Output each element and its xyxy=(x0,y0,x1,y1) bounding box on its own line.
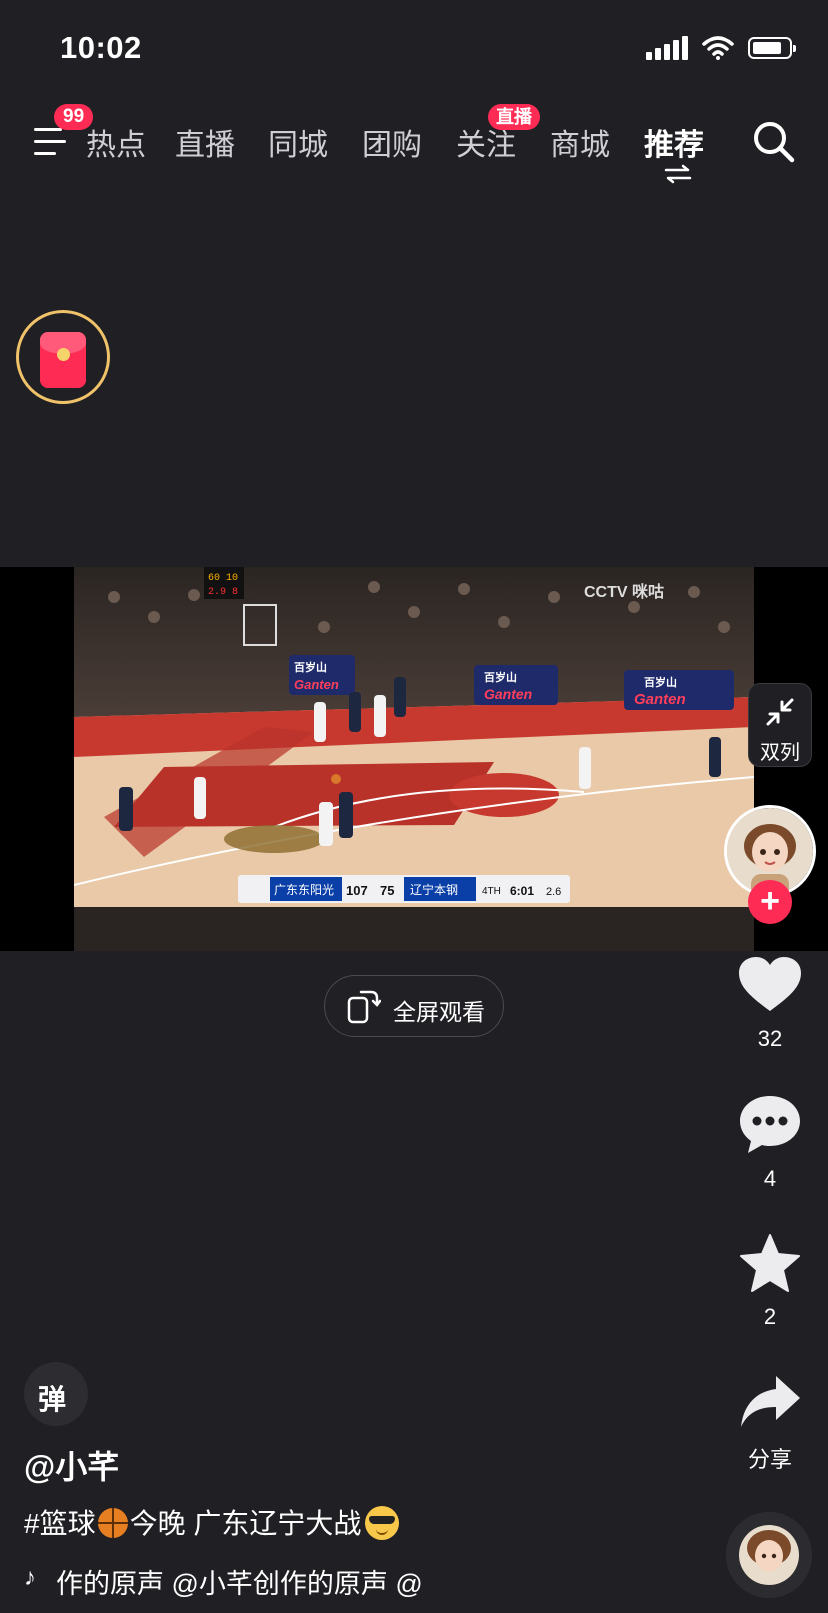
banner-text-3: Ganten xyxy=(634,691,686,708)
top-nav: 99 热点 直播 同城 团购 关注 商城 推荐 直播 xyxy=(0,104,828,184)
tab-recommend[interactable]: 推荐 xyxy=(644,120,704,164)
follow-plus-button[interactable]: + xyxy=(748,880,792,924)
scoreboard-shot-clock: 2.6 xyxy=(546,886,561,898)
red-packet-button[interactable] xyxy=(16,310,110,404)
heart-icon xyxy=(739,957,801,1011)
battery-icon xyxy=(748,37,796,59)
music-text: 作的原声 @小芊创作的原声 @ xyxy=(56,1569,423,1599)
tab-nearby[interactable]: 同城 xyxy=(268,120,328,164)
like-count: 32 xyxy=(757,1026,783,1051)
banner-text-2: Ganten xyxy=(484,686,532,702)
caption-hashtag[interactable]: #篮球 xyxy=(24,1508,96,1539)
favorite-button[interactable]: 2 xyxy=(730,1233,810,1330)
tab-mall[interactable]: 商城 xyxy=(550,120,610,164)
status-icons xyxy=(646,36,796,60)
scoreboard-quarter: 4TH xyxy=(482,886,501,897)
dual-column-label: 双列 xyxy=(760,742,800,764)
star-icon xyxy=(740,1234,800,1292)
caption-text: 今晚 广东辽宁大战 xyxy=(129,1508,362,1539)
signal-icon xyxy=(646,36,688,60)
share-button[interactable]: 分享 xyxy=(730,1373,810,1474)
music-marquee[interactable]: ♪ 作的原声 @小芊创作的原声 @ xyxy=(24,1562,504,1602)
sunglasses-emoji-icon xyxy=(365,1506,400,1540)
fullscreen-label: 全屏观看 xyxy=(393,999,485,1025)
tab-hot[interactable]: 热点 xyxy=(86,120,146,164)
scoreboard-home-score: 107 xyxy=(346,883,368,898)
comment-button[interactable]: 4 xyxy=(730,1093,810,1192)
banner-text-1: Ganten xyxy=(294,677,339,692)
tab-group-buy[interactable]: 团购 xyxy=(362,120,422,164)
comment-count: 4 xyxy=(763,1166,777,1191)
music-note-icon: ♪ xyxy=(24,1564,36,1591)
scoreboard-clock: 6:01 xyxy=(510,884,534,898)
scoreboard-away-score: 75 xyxy=(380,883,394,898)
author-name[interactable]: @小芊 xyxy=(24,1442,119,1488)
following-live-badge: 直播 xyxy=(488,104,540,130)
broadcaster-watermark: CCTV 咪咕 xyxy=(584,582,664,601)
fullscreen-button[interactable]: 全屏观看 xyxy=(324,975,504,1037)
like-button[interactable]: 32 xyxy=(730,955,810,1052)
wifi-icon xyxy=(702,36,734,60)
basketball-emoji-icon xyxy=(97,1508,128,1538)
share-arrow-icon xyxy=(741,1376,800,1427)
video-player[interactable]: 60 10 2.9 8 CCTV 咪咕 百岁山 Ganten 百岁山 Gante… xyxy=(0,567,828,951)
music-disc-avatar[interactable] xyxy=(726,1512,812,1598)
search-icon[interactable] xyxy=(750,118,796,164)
danmu-toggle-button[interactable]: 弹 xyxy=(24,1362,88,1426)
danmu-label: 弹 xyxy=(38,1384,67,1415)
post-caption: #篮球 今晚 广东辽宁大战 xyxy=(24,1502,400,1542)
status-time: 10:02 xyxy=(60,30,142,65)
collapse-arrows-icon xyxy=(766,698,794,726)
rotate-screen-icon xyxy=(347,990,381,1024)
banner-brand-3: 百岁山 xyxy=(644,675,677,689)
arena-scoreboard-bottom: 2.9 8 xyxy=(208,587,238,598)
favorite-count: 2 xyxy=(763,1304,777,1329)
banner-brand-2: 百岁山 xyxy=(484,670,517,684)
dual-column-button[interactable]: 双列 xyxy=(748,683,812,767)
swap-icon[interactable] xyxy=(663,164,693,184)
tab-live[interactable]: 直播 xyxy=(175,120,235,164)
banner-brand-1: 百岁山 xyxy=(294,660,327,674)
status-bar: 10:02 xyxy=(0,0,828,100)
share-label: 分享 xyxy=(747,1447,792,1472)
scoreboard-home-team: 广东东阳光 xyxy=(274,883,334,897)
scoreboard-away-team: 辽宁本钢 xyxy=(410,882,458,897)
arena-scoreboard-top: 60 10 xyxy=(208,573,238,584)
comment-icon xyxy=(740,1096,800,1153)
basketball-game-video: 60 10 2.9 8 CCTV 咪咕 百岁山 Ganten 百岁山 Gante… xyxy=(74,567,754,951)
